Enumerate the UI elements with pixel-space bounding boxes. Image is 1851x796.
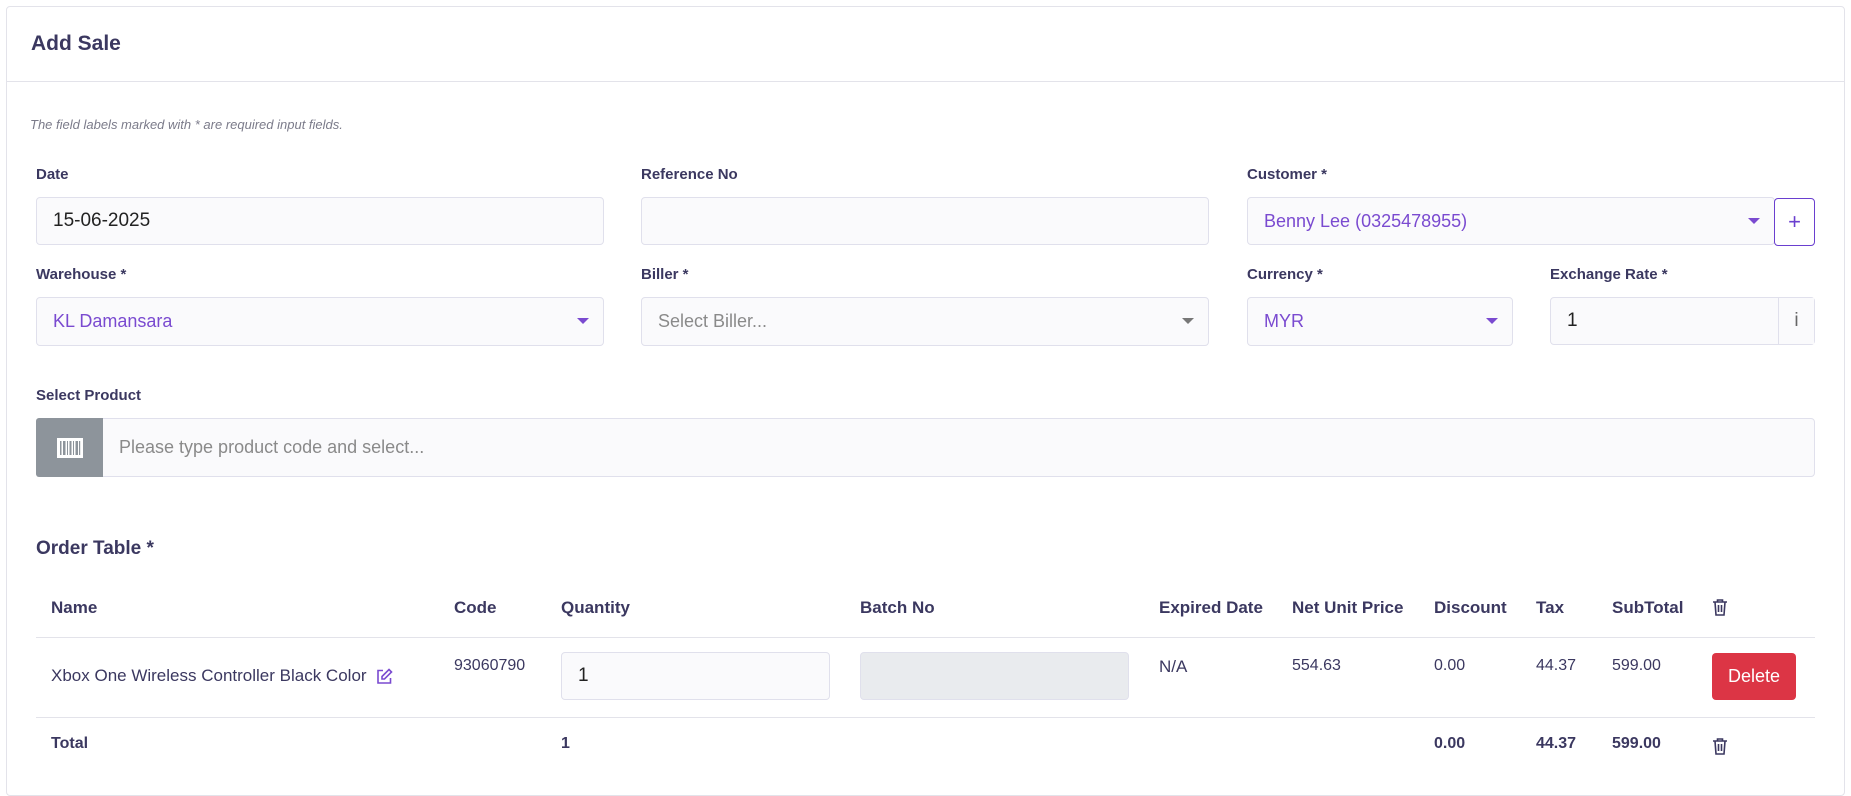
total-discount: 0.00 — [1434, 735, 1466, 752]
customer-value: Benny Lee (0325478955) — [1264, 210, 1468, 231]
chevron-down-icon — [1748, 218, 1760, 224]
delete-button[interactable]: Delete — [1712, 653, 1796, 700]
customer-select[interactable]: Benny Lee (0325478955) — [1247, 197, 1775, 245]
select-product-label: Select Product — [36, 387, 142, 404]
warehouse-label: Warehouse * — [36, 266, 127, 283]
tax: 44.37 — [1536, 657, 1577, 674]
reference-no-field[interactable] — [641, 197, 1209, 245]
exchange-rate-value: 1 — [1567, 310, 1578, 331]
date-value: 15-06-2025 — [53, 210, 151, 231]
batch-no-input — [860, 652, 1129, 700]
order-table-title: Order Table * — [36, 538, 154, 559]
trash-icon[interactable] — [1712, 598, 1728, 617]
currency-value: MYR — [1264, 311, 1304, 331]
subtotal: 599.00 — [1612, 657, 1661, 674]
exchange-rate-label: Exchange Rate * — [1550, 266, 1668, 283]
currency-select[interactable]: MYR — [1247, 297, 1513, 346]
column-header-name: Name — [51, 598, 98, 617]
chevron-down-icon — [1182, 318, 1194, 324]
quantity-input[interactable]: 1 — [561, 652, 830, 700]
quantity-value: 1 — [578, 665, 589, 686]
info-icon[interactable]: i — [1778, 298, 1814, 344]
edit-icon[interactable] — [376, 668, 393, 685]
exchange-rate-field[interactable]: 1 i — [1550, 297, 1815, 345]
required-fields-note: The field labels marked with * are requi… — [30, 117, 343, 132]
discount: 0.00 — [1434, 657, 1466, 674]
biller-placeholder: Select Biller... — [658, 311, 768, 331]
total-quantity: 1 — [561, 735, 570, 752]
warehouse-select[interactable]: KL Damansara — [36, 297, 604, 346]
column-header-quantity: Quantity — [561, 598, 630, 617]
page-title: Add Sale — [31, 32, 121, 55]
total-subtotal: 599.00 — [1612, 735, 1661, 752]
column-header-code: Code — [454, 598, 497, 617]
warehouse-value: KL Damansara — [53, 311, 173, 331]
add-customer-button[interactable]: + — [1774, 198, 1815, 246]
row-divider — [36, 717, 1815, 718]
column-header-batch-no: Batch No — [860, 598, 935, 617]
column-header-tax: Tax — [1536, 598, 1565, 617]
customer-label: Customer * — [1247, 166, 1328, 183]
plus-icon: + — [1788, 209, 1801, 234]
barcode-scan-button[interactable] — [36, 418, 103, 477]
chevron-down-icon — [1486, 318, 1498, 324]
column-header-net-unit-price: Net Unit Price — [1292, 598, 1404, 617]
chevron-down-icon — [577, 318, 589, 324]
column-header-discount: Discount — [1434, 598, 1507, 617]
header-divider — [36, 637, 1815, 638]
product-search-input[interactable]: Please type product code and select... — [103, 437, 424, 458]
barcode-icon — [56, 437, 83, 458]
product-code: 93060790 — [454, 657, 526, 674]
date-field[interactable]: 15-06-2025 — [36, 197, 604, 245]
currency-label: Currency * — [1247, 266, 1323, 283]
card-header: Add Sale — [7, 7, 1844, 82]
net-unit-price: 554.63 — [1292, 657, 1341, 674]
biller-select[interactable]: Select Biller... — [641, 297, 1209, 346]
date-label: Date — [36, 166, 69, 183]
biller-label: Biller * — [641, 266, 689, 283]
total-label: Total — [51, 735, 89, 752]
product-name: Xbox One Wireless Controller Black Color — [51, 666, 367, 685]
expired-date: N/A — [1159, 657, 1188, 676]
column-header-subtotal: SubTotal — [1612, 598, 1684, 617]
total-tax: 44.37 — [1536, 735, 1577, 752]
trash-icon[interactable] — [1712, 737, 1728, 756]
column-header-expired-date: Expired Date — [1159, 598, 1263, 617]
product-search-group: Please type product code and select... — [36, 418, 1815, 477]
reference-no-label: Reference No — [641, 166, 738, 183]
